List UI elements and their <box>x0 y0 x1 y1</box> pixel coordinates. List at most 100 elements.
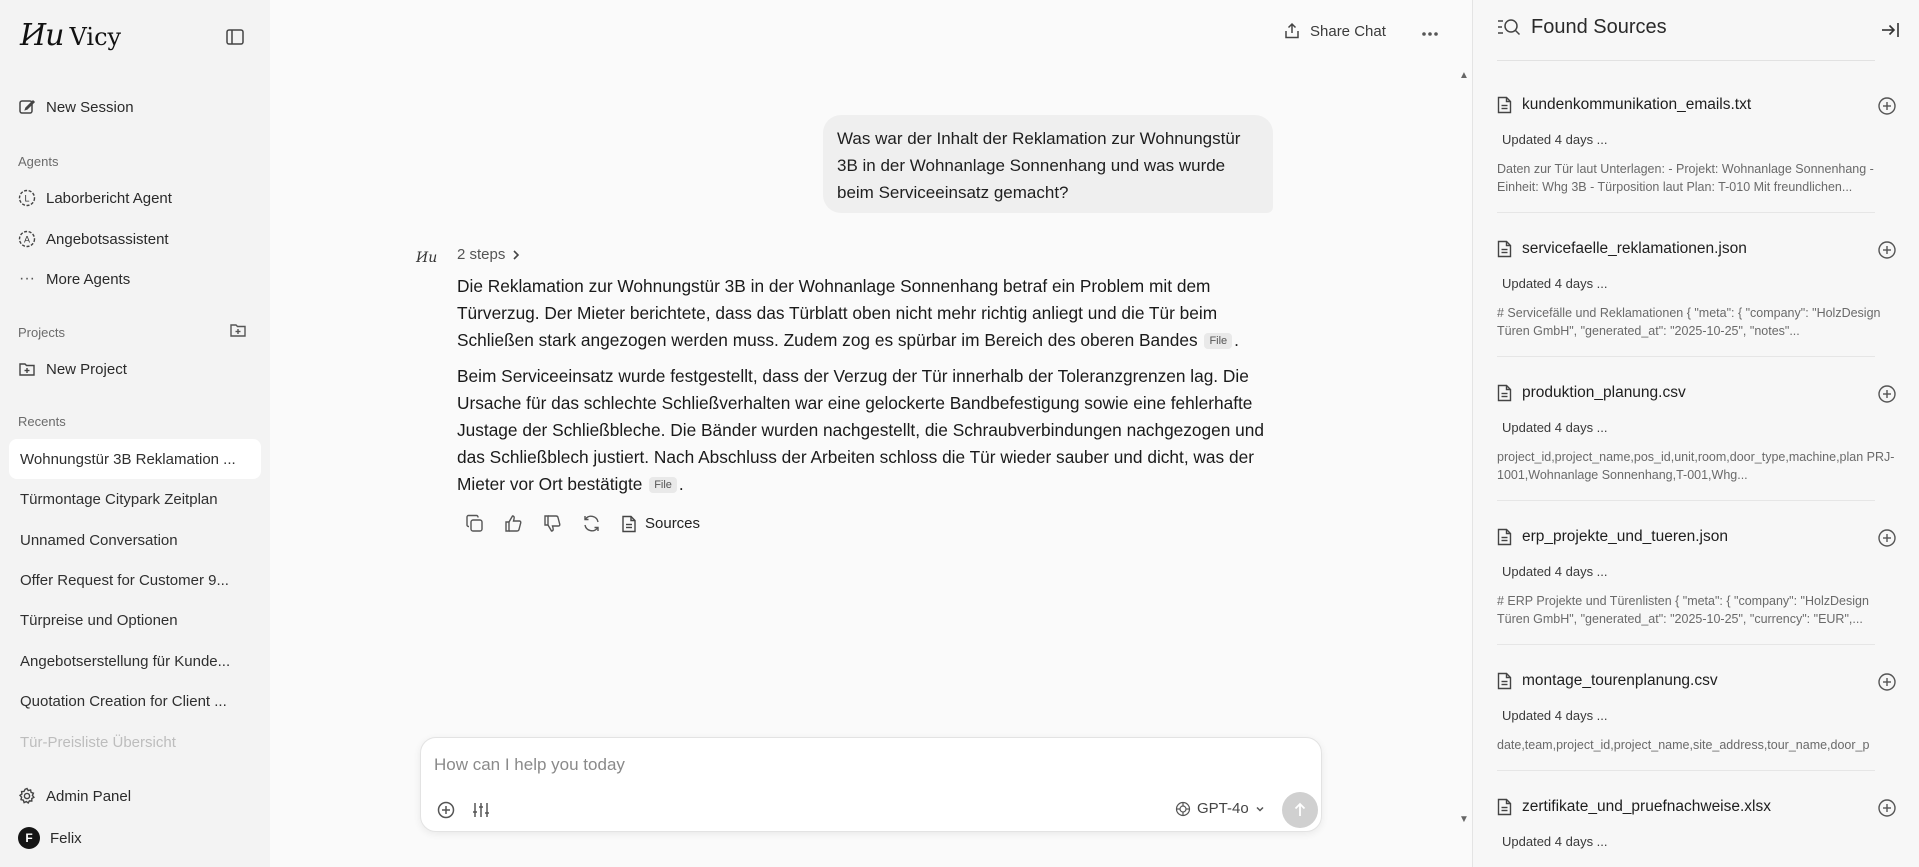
chevron-right-icon <box>513 249 520 260</box>
sidebar-toggle-icon[interactable] <box>226 29 244 45</box>
source-name: zertifikate_und_pruefnachweise.xlsx <box>1522 798 1771 815</box>
new-project-button[interactable]: New Project <box>18 360 127 378</box>
folder-plus-icon <box>19 363 35 376</box>
source-title-row: erp_projekte_und_tueren.json <box>1497 528 1897 546</box>
user-profile-button[interactable]: F Felix <box>18 827 82 849</box>
document-icon <box>1497 384 1512 402</box>
admin-panel-button[interactable]: Admin Panel <box>18 787 131 805</box>
thumbs-down-icon[interactable] <box>543 514 562 533</box>
document-icon <box>1497 528 1512 546</box>
search-list-icon <box>1498 18 1521 35</box>
chevron-down-icon <box>1256 806 1264 812</box>
divider <box>1497 60 1875 61</box>
source-title-row: zertifikate_und_pruefnachweise.xlsx <box>1497 798 1897 816</box>
user-name: Felix <box>50 829 82 847</box>
punctuation: . <box>1234 330 1239 350</box>
message-actions: Sources <box>465 514 700 533</box>
source-item[interactable]: produktion_planung.csv Updated 4 days ..… <box>1497 384 1897 501</box>
add-source-icon[interactable] <box>1877 384 1897 404</box>
settings-sliders-icon[interactable] <box>471 800 491 820</box>
app-logo[interactable]: Ии Vicy <box>20 18 121 53</box>
divider <box>1497 500 1875 501</box>
answer-paragraph: Beim Serviceeinsatz wurde festgestellt, … <box>457 363 1272 498</box>
avatar: F <box>18 827 40 849</box>
recent-item[interactable]: Offer Request for Customer 9... <box>9 560 261 600</box>
model-selector[interactable]: GPT-4o <box>1175 800 1265 817</box>
agent-label: Laborbericht Agent <box>46 189 172 207</box>
recent-item[interactable]: Quotation Creation for Client ... <box>9 681 261 721</box>
source-item[interactable]: erp_projekte_und_tueren.json Updated 4 d… <box>1497 528 1897 645</box>
recent-item[interactable]: Tür-Preisliste Übersicht <box>9 722 261 762</box>
source-name: kundenkommunikation_emails.txt <box>1522 96 1752 113</box>
add-source-icon[interactable] <box>1877 240 1897 260</box>
recent-item[interactable]: Unnamed Conversation <box>9 520 261 560</box>
add-source-icon[interactable] <box>1877 96 1897 116</box>
divider <box>1497 212 1875 213</box>
regenerate-icon[interactable] <box>582 514 601 533</box>
new-session-button[interactable]: New Session <box>18 98 134 116</box>
share-icon <box>1285 22 1299 39</box>
file-citation-chip[interactable]: File <box>649 477 677 493</box>
logo-text: Vicy <box>69 23 122 51</box>
source-name: servicefaelle_reklamationen.json <box>1522 240 1747 257</box>
source-title-row: produktion_planung.csv <box>1497 384 1897 402</box>
source-updated: Updated 4 days ... <box>1502 276 1608 291</box>
sources-panel: Found Sources kundenkommunikation_emails… <box>1472 0 1919 867</box>
answer-paragraph: Die Reklamation zur Wohnungstür 3B in de… <box>457 273 1272 354</box>
send-button[interactable] <box>1282 792 1318 828</box>
more-agents-button[interactable]: ··· More Agents <box>18 270 130 288</box>
sidebar: Ии Vicy New Session Agents L Laborberich… <box>0 0 270 867</box>
thumbs-up-icon[interactable] <box>504 514 523 533</box>
add-source-icon[interactable] <box>1877 798 1897 818</box>
punctuation: . <box>678 474 684 494</box>
chat-input[interactable] <box>434 750 1294 780</box>
recent-item[interactable]: Angebotserstellung für Kunde... <box>9 641 261 681</box>
source-updated: Updated 4 days ... <box>1502 834 1608 849</box>
agent-a-icon: A <box>18 230 36 248</box>
source-title-row: montage_tourenplanung.csv <box>1497 672 1897 690</box>
file-citation-chip[interactable]: File <box>1204 333 1233 349</box>
folder-plus-icon[interactable] <box>229 321 247 339</box>
scroll-down-arrow-icon[interactable]: ▼ <box>1459 814 1469 825</box>
assistant-answer: Die Reklamation zur Wohnungstür 3B in de… <box>457 273 1272 507</box>
source-name: erp_projekte_und_tueren.json <box>1522 528 1728 545</box>
add-source-icon[interactable] <box>1877 528 1897 548</box>
more-options-icon[interactable] <box>1418 24 1442 44</box>
sidebar-agent-angebotsassistent[interactable]: A Angebotsassistent <box>18 230 169 248</box>
source-item[interactable]: kundenkommunikation_emails.txt Updated 4… <box>1497 96 1897 213</box>
agent-label: Angebotsassistent <box>46 230 169 248</box>
panel-header: Found Sources <box>1497 16 1667 39</box>
close-panel-icon[interactable] <box>1880 20 1900 40</box>
answer-text: Die Reklamation zur Wohnungstür 3B in de… <box>457 276 1218 350</box>
source-title-row: kundenkommunikation_emails.txt <box>1497 96 1897 114</box>
add-source-icon[interactable] <box>1877 672 1897 692</box>
source-name: montage_tourenplanung.csv <box>1522 672 1718 689</box>
agents-heading: Agents <box>18 154 59 169</box>
copy-icon[interactable] <box>465 514 484 533</box>
source-name: produktion_planung.csv <box>1522 384 1686 401</box>
svg-text:L: L <box>24 194 29 204</box>
model-name: GPT-4o <box>1197 800 1249 817</box>
gear-icon <box>18 787 35 805</box>
share-chat-button[interactable]: Share Chat <box>1283 22 1386 40</box>
more-horizontal-icon: ··· <box>19 270 35 287</box>
recent-item[interactable]: Türpreise und Optionen <box>9 600 261 640</box>
scroll-up-arrow-icon[interactable]: ▲ <box>1459 70 1469 81</box>
assistant-avatar-icon: Ии <box>416 250 438 266</box>
source-item[interactable]: zertifikate_und_pruefnachweise.xlsx Upda… <box>1497 798 1897 849</box>
answer-text: Beim Serviceeinsatz wurde festgestellt, … <box>457 366 1265 494</box>
arrow-up-icon <box>1294 802 1306 816</box>
source-item[interactable]: servicefaelle_reklamationen.json Updated… <box>1497 240 1897 357</box>
recent-item[interactable]: Wohnungstür 3B Reklamation ... <box>9 439 261 479</box>
source-snippet: Daten zur Tür laut Unterlagen: - Projekt… <box>1497 162 1874 194</box>
recent-item[interactable]: Türmontage Citypark Zeitplan <box>9 479 261 519</box>
sources-button[interactable]: Sources <box>621 515 700 533</box>
source-snippet: # ERP Projekte und Türenlisten { "meta":… <box>1497 594 1869 626</box>
steps-toggle[interactable]: 2 steps <box>457 246 521 263</box>
source-item[interactable]: montage_tourenplanung.csv Updated 4 days… <box>1497 672 1897 771</box>
divider <box>1497 644 1875 645</box>
sidebar-agent-laborbericht[interactable]: L Laborbericht Agent <box>18 189 172 207</box>
user-message: Was war der Inhalt der Reklamation zur W… <box>823 115 1273 213</box>
divider <box>1497 770 1875 771</box>
add-attachment-icon[interactable] <box>436 800 456 820</box>
